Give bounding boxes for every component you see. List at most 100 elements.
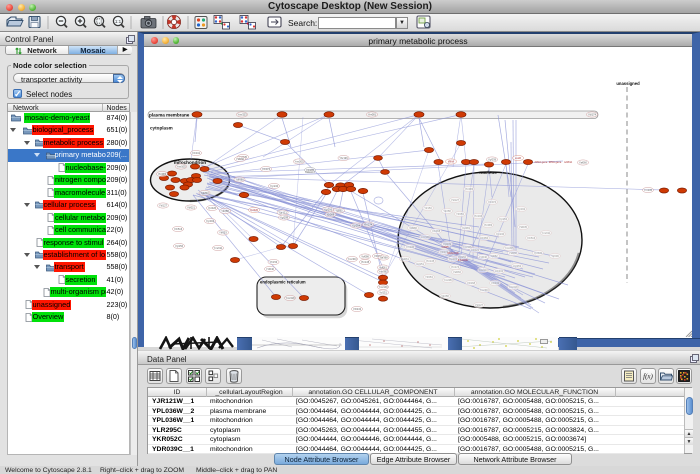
- svg-text:Ydr074: Ydr074: [488, 200, 497, 204]
- svg-text:Ymr083: Ymr083: [443, 278, 453, 282]
- svg-text:Yal060: Yal060: [579, 161, 587, 165]
- svg-text:Yer081: Yer081: [462, 226, 471, 230]
- svg-text:Ygr192: Ygr192: [324, 208, 333, 212]
- svg-text:Ymr169: Ymr169: [378, 285, 388, 289]
- svg-text:Ygl253: Ygl253: [513, 264, 522, 268]
- svg-text:Ypr026: Ypr026: [208, 206, 217, 210]
- svg-text:Ymr083: Ymr083: [378, 270, 388, 274]
- svg-text:Ymr318: Ymr318: [508, 285, 518, 289]
- svg-text:Yal060: Yal060: [453, 270, 461, 274]
- svg-text:Ygr240: Ygr240: [496, 232, 505, 236]
- svg-text:Ygl253: Ygl253: [200, 191, 209, 195]
- svg-text:Ydr050: Ydr050: [480, 236, 489, 240]
- svg-text:Ygr254: Ygr254: [499, 217, 508, 221]
- svg-text:Ygl008: Ygl008: [280, 216, 289, 220]
- svg-text:Ygr121: Ygr121: [278, 211, 287, 215]
- svg-text:Ygr254: Ygr254: [352, 224, 361, 228]
- svg-text:Yol151: Yol151: [379, 291, 387, 295]
- svg-text:Ydl168: Ydl168: [467, 281, 476, 285]
- svg-text:Yer081: Yer081: [368, 113, 377, 117]
- svg-text:nucleus: nucleus: [479, 170, 497, 175]
- svg-text:Ygl039: Ygl039: [488, 158, 497, 162]
- svg-text:Ylr258: Ylr258: [441, 294, 449, 298]
- svg-text:Ykl060: Ykl060: [509, 251, 517, 255]
- svg-text:snR45: snR45: [442, 246, 450, 249]
- svg-text:Ydr050: Ydr050: [235, 178, 244, 182]
- svg-text:Ycl040: Ycl040: [479, 255, 487, 259]
- svg-text:Yol151: Yol151: [416, 262, 424, 266]
- svg-text:tR(ACG)D: tR(ACG)D: [448, 252, 459, 255]
- svg-text:Ymr323: Ymr323: [237, 113, 247, 117]
- svg-text:Ybr145: Ybr145: [426, 259, 435, 263]
- svg-text:Ykl127: Ykl127: [159, 204, 167, 208]
- svg-text:Ycr105: Ycr105: [644, 188, 653, 192]
- svg-text:Yjl052: Yjl052: [490, 254, 498, 258]
- svg-text:Ybr083: Ybr083: [465, 187, 474, 191]
- svg-text:Ymr303: Ymr303: [347, 257, 357, 261]
- svg-text:Ylr153: Ylr153: [424, 206, 432, 210]
- svg-text:Ypr026: Ypr026: [534, 251, 543, 255]
- svg-text:RDN37-1: RDN37-1: [305, 171, 316, 174]
- svg-text:Yhr174: Yhr174: [451, 265, 460, 269]
- svg-text:Ymr011: Ymr011: [214, 246, 223, 250]
- svg-text:1:1: 1:1: [115, 19, 122, 24]
- svg-text:Ypl061: Ypl061: [401, 257, 409, 261]
- svg-text:endoplasmic reticulum: endoplasmic reticulum: [260, 280, 306, 285]
- svg-text:tRNA gene: tRNA gene: [549, 160, 562, 164]
- svg-text:Ylr258: Ylr258: [221, 209, 229, 213]
- svg-text:Ydr074: Ydr074: [262, 167, 271, 171]
- svg-text:snoR: snoR: [515, 156, 521, 160]
- svg-text:Ykl127: Ykl127: [451, 198, 459, 202]
- svg-text:Yfr053: Yfr053: [456, 212, 464, 216]
- svg-text:Ybr145: Ybr145: [361, 260, 370, 264]
- svg-text:Ydr516: Ydr516: [527, 236, 536, 240]
- svg-text:Ydr368: Ydr368: [379, 256, 388, 260]
- svg-text:Ymr205: Ymr205: [504, 246, 514, 250]
- svg-text:cytoplasm: cytoplasm: [150, 126, 173, 131]
- svg-text:Ygl156: Ygl156: [175, 244, 184, 248]
- svg-text:Ybr196: Ybr196: [339, 156, 348, 160]
- svg-text:tL(UAA)C: tL(UAA)C: [458, 259, 469, 262]
- svg-text:Yjr009: Yjr009: [551, 254, 559, 258]
- svg-text:Ymr303: Ymr303: [479, 288, 489, 292]
- svg-text:Ydl243: Ydl243: [353, 307, 362, 311]
- svg-text:Ymr105: Ymr105: [176, 165, 186, 169]
- svg-text:tRNA: tRNA: [448, 160, 454, 164]
- svg-text:Ydl021: Ydl021: [471, 248, 480, 252]
- svg-text:Ygr192: Ygr192: [517, 207, 526, 211]
- svg-text:Ylr153: Ylr153: [270, 260, 278, 264]
- svg-text:Ydr368: Ydr368: [432, 229, 441, 233]
- svg-text:Yhr174: Yhr174: [364, 223, 373, 227]
- svg-text:Ykl035: Ykl035: [519, 225, 527, 229]
- svg-text:Ybr196: Ybr196: [474, 214, 483, 218]
- svg-text:Ymr318: Ymr318: [285, 296, 295, 300]
- svg-text:f(x): f(x): [643, 373, 653, 381]
- svg-text:Ydr341: Ydr341: [495, 269, 504, 273]
- svg-text:Ydr516: Ydr516: [174, 227, 183, 231]
- svg-text:ncRNA: ncRNA: [564, 160, 572, 164]
- svg-text:rRNA gene: rRNA gene: [535, 160, 548, 164]
- svg-text:Yfr053: Yfr053: [219, 231, 227, 235]
- svg-text:Ydl243: Ydl243: [491, 281, 500, 285]
- svg-text:Ydr341: Ydr341: [192, 151, 201, 155]
- svg-text:Ymr011: Ymr011: [542, 231, 551, 235]
- svg-text:Ybr083: Ybr083: [158, 172, 167, 176]
- svg-text:Ydl174: Ydl174: [588, 113, 597, 117]
- svg-text:Ymr205: Ymr205: [294, 160, 304, 164]
- svg-text:Ykl127: Ykl127: [475, 303, 483, 307]
- svg-text:Yol086: Yol086: [409, 226, 417, 230]
- svg-text:Ydl021: Ydl021: [187, 206, 196, 210]
- svg-text:Ykl060: Ykl060: [236, 157, 244, 161]
- svg-text:Yjr009: Yjr009: [327, 213, 335, 217]
- svg-text:unassigned: unassigned: [616, 81, 640, 86]
- svg-text:Ylr258: Ylr258: [443, 209, 451, 213]
- svg-text:Ycr105: Ycr105: [406, 245, 415, 249]
- svg-text:Ybr083: Ybr083: [484, 223, 493, 227]
- svg-text:plasma membrane: plasma membrane: [149, 113, 190, 118]
- svg-text:Yjl052: Yjl052: [335, 209, 343, 213]
- svg-text:Yol086: Yol086: [361, 255, 369, 259]
- svg-text:Ypr020: Ypr020: [250, 208, 259, 212]
- svg-text:Ygr032: Ygr032: [206, 219, 215, 223]
- svg-text:Ygr240: Ygr240: [270, 184, 279, 188]
- svg-text:Ycl040: Ycl040: [266, 267, 274, 271]
